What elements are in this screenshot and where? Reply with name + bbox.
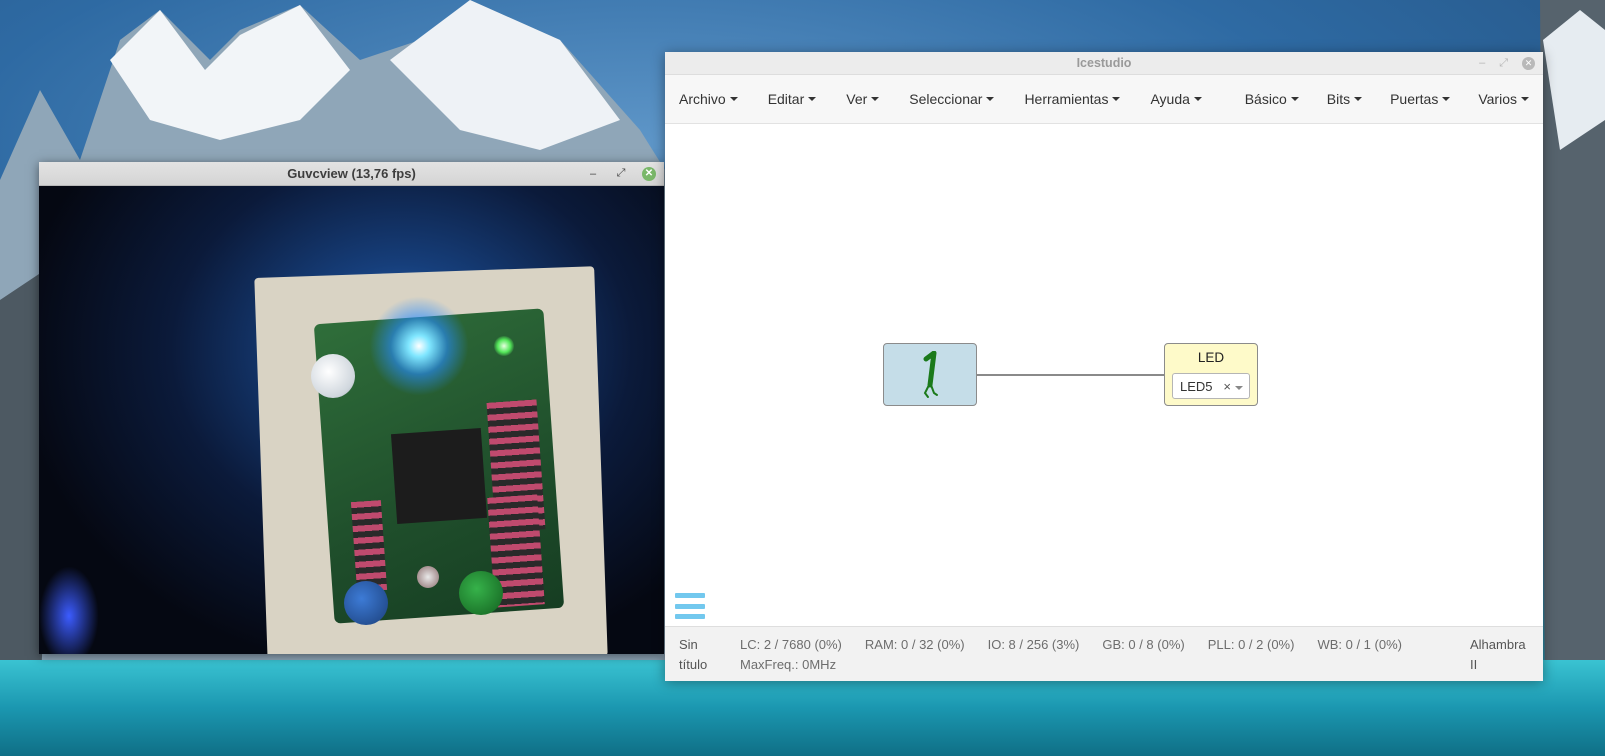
chevron-down-icon	[986, 97, 995, 101]
minimize-button[interactable]: –	[1479, 57, 1485, 69]
stat-maxfreq: MaxFreq.: 0MHz	[740, 657, 837, 672]
icestudio-window-controls: – ⤢ ✕	[1479, 52, 1535, 74]
led-pin-value: LED5	[1180, 378, 1213, 394]
stat-gb: GB: 0 / 8 (0%)	[1102, 637, 1185, 652]
chevron-down-icon	[1442, 97, 1451, 101]
reset-button-photo	[311, 354, 355, 398]
constant-high-block[interactable]	[883, 343, 977, 406]
statusbar: Sin título LC: 2 / 7680 (0%) RAM: 0 / 32…	[665, 626, 1543, 681]
blue-led-glow	[369, 296, 469, 396]
icestudio-window[interactable]: Icestudio – ⤢ ✕ Archivo Editar Ver Selec…	[665, 52, 1543, 681]
menu-bits[interactable]: Bits	[1327, 91, 1363, 107]
menu-editar[interactable]: Editar	[768, 91, 817, 107]
blocks-menu: Básico Bits Puertas Varios	[1245, 91, 1529, 107]
led-output-block[interactable]: LED LED5 ×	[1164, 343, 1258, 406]
chevron-down-icon[interactable]	[1235, 386, 1243, 390]
menu-herramientas[interactable]: Herramientas	[1024, 91, 1121, 107]
chevron-down-icon	[871, 97, 880, 101]
menu-ver[interactable]: Ver	[846, 91, 880, 107]
resource-stats: LC: 2 / 7680 (0%) RAM: 0 / 32 (0%) IO: 8…	[740, 635, 1402, 675]
green-capacitor	[459, 571, 503, 615]
fpga-chip	[390, 427, 488, 525]
menu-seleccionar[interactable]: Seleccionar	[909, 91, 995, 107]
stat-ram: RAM: 0 / 32 (0%)	[864, 637, 965, 652]
icestudio-title: Icestudio	[1076, 56, 1132, 70]
blue-light-reflection	[39, 566, 99, 654]
bit-one-icon	[923, 350, 938, 398]
maximize-button[interactable]: ⤢	[614, 167, 628, 181]
led-pin-select[interactable]: LED5 ×	[1172, 373, 1250, 399]
chevron-down-icon	[1112, 97, 1121, 101]
menu-archivo[interactable]: Archivo	[679, 91, 738, 107]
small-capacitor	[417, 566, 439, 588]
pin-header	[350, 500, 388, 592]
design-canvas[interactable]: LED LED5 ×	[665, 124, 1543, 626]
chevron-down-icon	[1354, 97, 1363, 101]
stat-pll: PLL: 0 / 2 (0%)	[1207, 637, 1295, 652]
menu-ayuda[interactable]: Ayuda	[1150, 91, 1202, 107]
led-block-label: LED	[1197, 350, 1225, 365]
menu-basico[interactable]: Básico	[1245, 91, 1299, 107]
close-button[interactable]: ✕	[1522, 56, 1535, 70]
guvcview-titlebar[interactable]: Guvcview (13,76 fps) – ⤢ ✕	[39, 162, 664, 186]
chevron-down-icon	[1521, 97, 1529, 101]
project-name: Sin título	[679, 637, 708, 672]
chevron-down-icon	[808, 97, 817, 101]
camera-feed	[39, 186, 664, 654]
guvcview-window[interactable]: Guvcview (13,76 fps) – ⤢ ✕	[39, 162, 664, 654]
maximize-button[interactable]: ⤢	[1499, 57, 1508, 70]
stat-lc: LC: 2 / 7680 (0%)	[740, 637, 842, 652]
guvcview-window-controls: – ⤢ ✕	[586, 162, 656, 185]
stat-io: IO: 8 / 256 (3%)	[987, 637, 1080, 652]
main-menu: Archivo Editar Ver Seleccionar Herramien…	[679, 91, 1202, 107]
wire[interactable]	[976, 374, 1164, 376]
chevron-down-icon	[1290, 97, 1299, 101]
blue-capacitor	[344, 581, 388, 625]
menubar: Archivo Editar Ver Seleccionar Herramien…	[665, 75, 1543, 124]
stat-wb: WB: 0 / 1 (0%)	[1317, 637, 1402, 652]
guvcview-title: Guvcview (13,76 fps)	[287, 166, 416, 181]
board-name[interactable]: Alhambra II	[1470, 635, 1536, 675]
chevron-down-icon	[729, 97, 738, 101]
menu-puertas[interactable]: Puertas	[1390, 91, 1451, 107]
menu-varios[interactable]: Varios	[1478, 91, 1529, 107]
icestudio-titlebar[interactable]: Icestudio – ⤢ ✕	[665, 52, 1543, 75]
minimize-button[interactable]: –	[586, 167, 600, 181]
chevron-down-icon	[1193, 97, 1202, 101]
close-button[interactable]: ✕	[642, 166, 656, 181]
hamburger-menu-icon[interactable]	[675, 593, 705, 619]
green-led-glow	[494, 336, 514, 356]
clear-selection-icon[interactable]: ×	[1223, 379, 1231, 394]
